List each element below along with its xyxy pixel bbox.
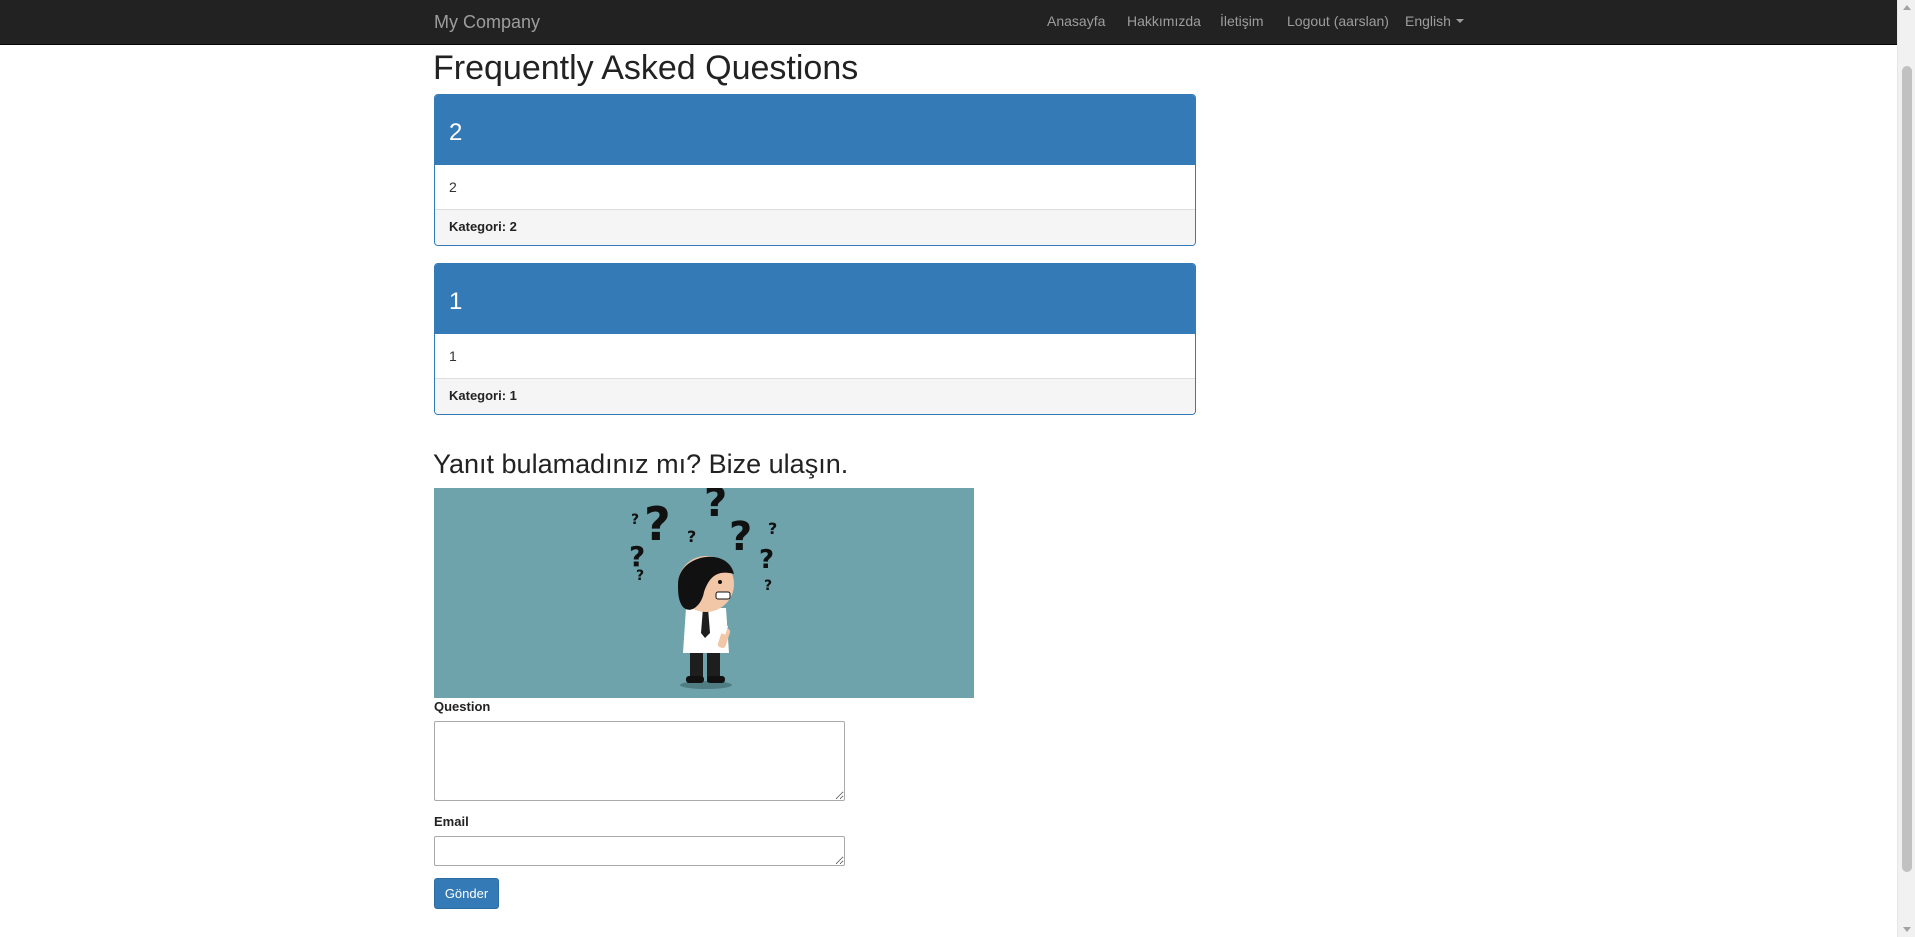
svg-text:?: ? [631,512,639,528]
scroll-thumb[interactable] [1902,66,1912,872]
caret-down-icon [1455,19,1464,24]
language-dropdown[interactable]: English [1405,0,1464,42]
faq-category: Kategori: 1 [435,378,1195,414]
faq-answer: 1 [435,333,1195,378]
question-label: Question [434,699,491,714]
contact-heading: Yanıt bulamadınız mı? Bize ulaşın. [433,449,849,479]
language-label: English [1405,13,1451,29]
faq-answer: 2 [435,164,1195,209]
confused-person-illustration: ? ? ? ? ? ? ? ? ? ? [434,480,974,698]
nav-link-logout[interactable]: Logout (aarslan) [1287,0,1389,42]
svg-text:?: ? [764,578,772,594]
vertical-scrollbar[interactable] [1897,0,1915,937]
svg-text:?: ? [644,497,671,551]
svg-text:?: ? [704,488,727,526]
confused-person-icon: ? ? ? ? ? ? ? ? ? ? [629,480,777,689]
svg-text:?: ? [636,568,644,584]
faq-panel: 1 1 Kategori: 1 [434,263,1196,415]
faq-category: Kategori: 2 [435,209,1195,245]
email-label: Email [434,814,469,829]
top-navbar: My Company Anasayfa Hakkımızda İletişim … [0,0,1897,45]
scroll-up-arrow-icon[interactable] [1903,5,1911,10]
page-title: Frequently Asked Questions [433,49,859,87]
faq-question: 1 [435,264,1195,333]
faq-panel: 2 2 Kategori: 2 [434,94,1196,246]
email-input[interactable] [434,836,845,866]
faq-question: 2 [435,95,1195,164]
question-input[interactable] [434,721,845,801]
nav-link-contact[interactable]: İletişim [1220,0,1264,42]
nav-link-about[interactable]: Hakkımızda [1127,0,1201,42]
brand-link[interactable]: My Company [434,0,540,45]
submit-button[interactable]: Gönder [434,878,499,909]
svg-text:?: ? [768,519,777,538]
nav-link-home[interactable]: Anasayfa [1047,0,1105,42]
scroll-down-arrow-icon[interactable] [1903,927,1911,932]
svg-text:?: ? [729,514,752,560]
svg-text:?: ? [687,527,696,546]
svg-text:?: ? [759,545,774,575]
